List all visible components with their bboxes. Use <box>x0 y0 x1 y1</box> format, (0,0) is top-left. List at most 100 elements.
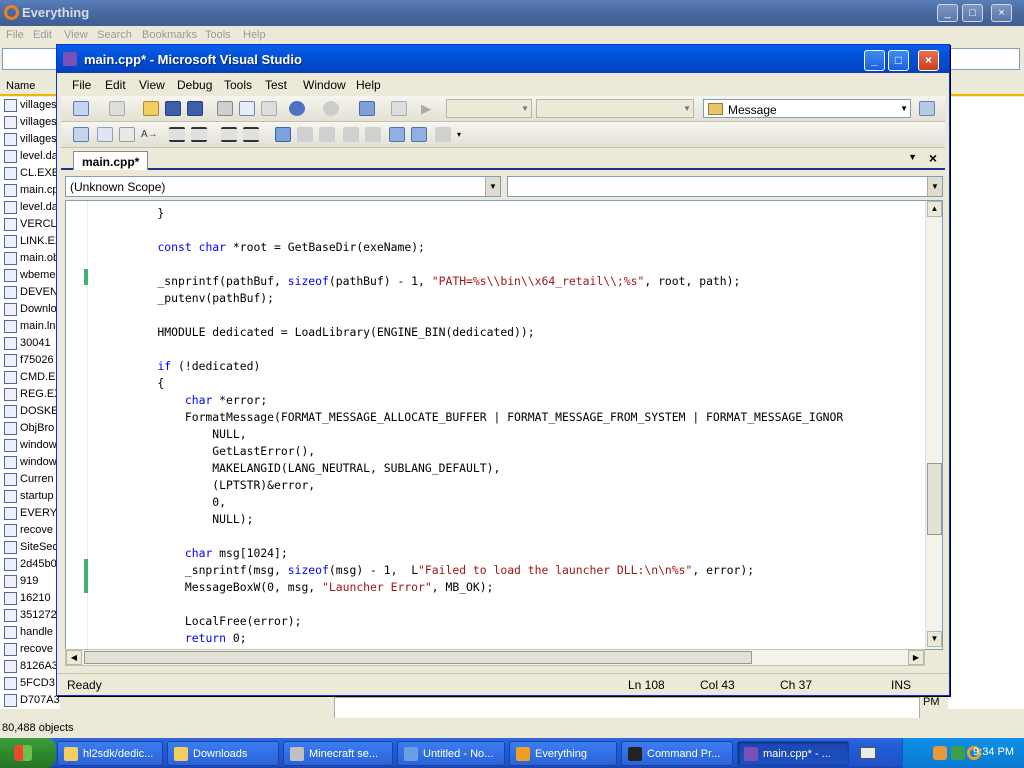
code-line[interactable]: NULL, <box>130 426 246 443</box>
close-button[interactable]: × <box>991 4 1012 22</box>
clear-bookmarks-icon[interactable] <box>435 127 451 142</box>
list-item[interactable]: CL.EXE <box>0 165 60 182</box>
start-button[interactable] <box>0 738 56 768</box>
new-project-icon[interactable] <box>73 101 89 116</box>
horizontal-scrollbar[interactable]: ◀ ▶ <box>65 649 925 666</box>
list-item[interactable]: Downlo <box>0 301 60 318</box>
maximize-button[interactable]: □ <box>962 4 983 22</box>
scroll-up-icon[interactable]: ▲ <box>927 201 942 217</box>
save-icon[interactable] <box>165 101 181 116</box>
taskbar-button[interactable]: Everything <box>509 741 617 766</box>
code-line[interactable]: char msg[1024]; <box>130 545 288 562</box>
save-all-icon[interactable] <box>187 101 203 116</box>
list-item[interactable]: f75026 <box>0 352 60 369</box>
list-item[interactable]: startup <box>0 488 60 505</box>
redo-icon[interactable] <box>323 101 339 116</box>
next-bookmark-folder-icon[interactable] <box>365 127 381 142</box>
close-document-icon[interactable]: × <box>929 150 937 166</box>
list-item[interactable]: D707A3B8864E662F <box>0 692 60 709</box>
menu-tools[interactable]: Tools <box>205 29 231 41</box>
code-line[interactable]: const char *root = GetBaseDir(exeName); <box>130 239 424 256</box>
list-item[interactable]: main.ob <box>0 250 60 267</box>
toggle-bookmark-icon[interactable] <box>275 127 291 142</box>
clock[interactable]: 9:34 PM <box>973 746 1014 758</box>
code-line[interactable]: LocalFree(error); <box>130 613 302 630</box>
taskbar-button[interactable]: Untitled - No... <box>397 741 505 766</box>
code-line[interactable]: char *error; <box>130 392 267 409</box>
vs-menu-window[interactable]: Window <box>303 78 346 92</box>
member-dropdown[interactable]: ▼ <box>507 176 943 197</box>
vs-menu-test[interactable]: Test <box>265 78 287 92</box>
cut-icon[interactable] <box>217 101 233 116</box>
parameter-info-icon[interactable] <box>119 127 135 142</box>
taskbar-button[interactable]: Command Pr... <box>621 741 733 766</box>
list-item[interactable]: 8126A3 <box>0 658 60 675</box>
list-item[interactable]: SiteSec <box>0 539 60 556</box>
everything-file-list[interactable]: villages villages villages level.da CL.EXE ma… <box>0 97 60 709</box>
add-item-icon[interactable] <box>109 101 125 116</box>
menu-edit[interactable]: Edit <box>33 29 52 41</box>
code-line[interactable]: 0, <box>130 494 226 511</box>
list-item[interactable]: DOSKE <box>0 403 60 420</box>
undo-icon[interactable] <box>289 101 305 116</box>
code-line[interactable]: return 0; <box>130 630 247 647</box>
list-item[interactable]: villages <box>0 114 60 131</box>
code-line[interactable]: if (!dedicated) <box>130 358 260 375</box>
scroll-left-icon[interactable]: ◀ <box>66 650 82 665</box>
list-item[interactable]: handle <box>0 624 60 641</box>
previous-bookmark-icon[interactable] <box>297 127 313 142</box>
find-icon[interactable] <box>919 101 935 116</box>
code-line[interactable]: } <box>130 205 164 222</box>
list-item[interactable]: REG.EX <box>0 386 60 403</box>
object-browser-icon[interactable] <box>73 127 89 142</box>
list-item[interactable]: Curren <box>0 471 60 488</box>
next-bookmark-icon[interactable] <box>319 127 335 142</box>
uncomment-icon[interactable] <box>243 127 259 142</box>
navigate-forward-icon[interactable] <box>391 101 407 116</box>
minimize-button[interactable]: _ <box>937 4 958 22</box>
code-line[interactable]: (LPTSTR)&error, <box>130 477 315 494</box>
code-line[interactable]: HMODULE dedicated = LoadLibrary(ENGINE_B… <box>130 324 534 341</box>
code-line[interactable]: NULL); <box>130 511 253 528</box>
copy-icon[interactable] <box>239 101 255 116</box>
list-item[interactable]: villages <box>0 97 60 114</box>
list-item[interactable]: 30041 <box>0 335 60 352</box>
vs-menu-tools[interactable]: Tools <box>224 78 252 92</box>
taskbar-button[interactable]: Minecraft se... <box>283 741 393 766</box>
indent-icon[interactable] <box>191 127 207 142</box>
code-line[interactable]: { <box>130 375 164 392</box>
code-line[interactable]: _snprintf(pathBuf, sizeof(pathBuf) - 1, … <box>130 273 740 290</box>
menu-search[interactable]: Search <box>97 29 132 41</box>
list-item[interactable]: recove <box>0 522 60 539</box>
vs-menu-debug[interactable]: Debug <box>177 78 212 92</box>
code-line[interactable]: MessageBoxW(0, msg, "Launcher Error", MB… <box>130 579 494 596</box>
menu-bookmarks[interactable]: Bookmarks <box>142 29 197 41</box>
list-item[interactable]: main.cp <box>0 182 60 199</box>
start-debugging-icon[interactable]: ▶ <box>421 101 437 116</box>
taskbar-button[interactable]: main.cpp* - ... <box>737 741 849 766</box>
menu-view[interactable]: View <box>64 29 88 41</box>
tray-network-icon[interactable] <box>933 746 947 760</box>
code-line[interactable]: _snprintf(msg, sizeof(msg) - 1, L"Failed… <box>130 562 754 579</box>
horizontal-scroll-thumb[interactable] <box>84 651 752 664</box>
vs-minimize-button[interactable]: _ <box>864 50 885 71</box>
scroll-right-icon[interactable]: ▶ <box>908 650 924 665</box>
vs-maximize-button[interactable]: □ <box>888 50 909 71</box>
list-item[interactable]: villages <box>0 131 60 148</box>
active-files-dropdown-icon[interactable]: ▼ <box>908 152 917 162</box>
list-item[interactable]: level.da <box>0 199 60 216</box>
vs-menu-edit[interactable]: Edit <box>105 78 126 92</box>
tab-main-cpp[interactable]: main.cpp* <box>73 151 149 170</box>
keyboard-icon[interactable] <box>860 747 876 759</box>
solution-configuration-dropdown[interactable]: ▼ <box>446 99 532 118</box>
list-item[interactable]: EVERYT <box>0 505 60 522</box>
comment-out-icon[interactable] <box>221 127 237 142</box>
scope-dropdown[interactable]: (Unknown Scope) ▼ <box>65 176 501 197</box>
list-item[interactable]: level.da <box>0 148 60 165</box>
code-line[interactable]: MAKELANGID(LANG_NEUTRAL, SUBLANG_DEFAULT… <box>130 460 500 477</box>
tray-security-icon[interactable] <box>951 746 965 760</box>
open-folder-icon[interactable] <box>143 101 159 116</box>
list-item[interactable]: ObjBro <box>0 420 60 437</box>
vertical-scrollbar[interactable]: ▲ ▼ <box>925 201 942 649</box>
vs-titlebar[interactable]: main.cpp* - Microsoft Visual Studio _ □ … <box>57 45 949 73</box>
